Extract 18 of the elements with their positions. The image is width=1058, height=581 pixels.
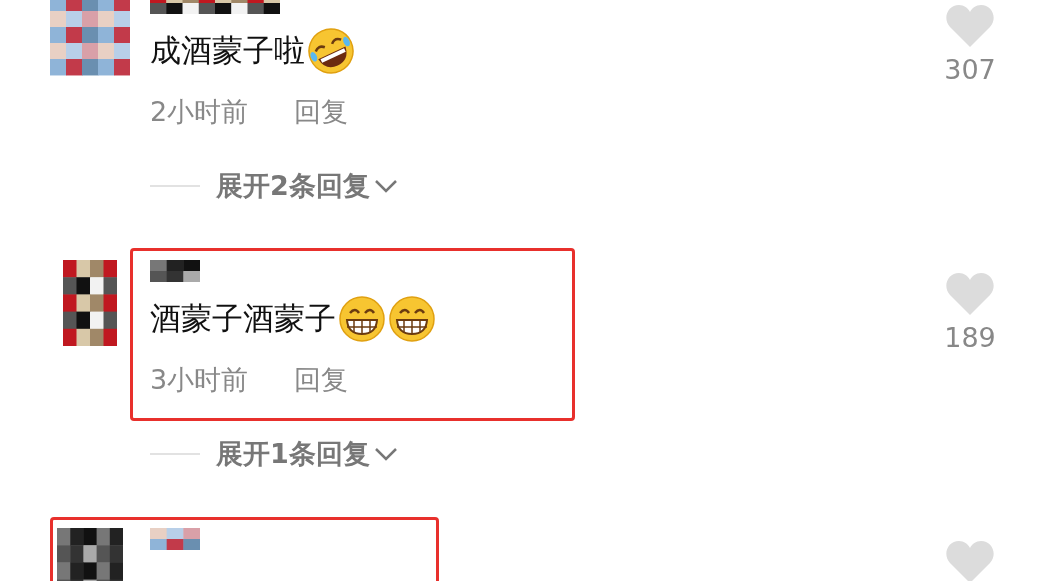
heart-icon[interactable]: [946, 4, 994, 48]
reply-link[interactable]: 回复: [294, 94, 349, 130]
like-count: 189: [944, 322, 996, 353]
timestamp: 2小时前: [150, 95, 249, 129]
chevron-down-icon: [373, 447, 398, 461]
heart-icon[interactable]: [946, 272, 994, 316]
grinning-face-icon: [338, 295, 386, 343]
reply-link[interactable]: 回复: [294, 362, 349, 398]
comment-text: 酒蒙子酒蒙子: [150, 299, 336, 338]
like-count: 307: [944, 54, 996, 85]
grinning-face-icon: [388, 295, 436, 343]
heart-icon[interactable]: [946, 540, 994, 581]
expand-replies-link[interactable]: 展开1条回复: [216, 436, 398, 472]
laughing-face-icon: [307, 27, 355, 75]
expand-replies-link[interactable]: 展开2条回复: [216, 168, 398, 204]
chevron-down-icon: [373, 179, 398, 193]
comment-text: 成酒蒙子啦: [150, 31, 305, 70]
timestamp: 3小时前: [150, 363, 249, 397]
